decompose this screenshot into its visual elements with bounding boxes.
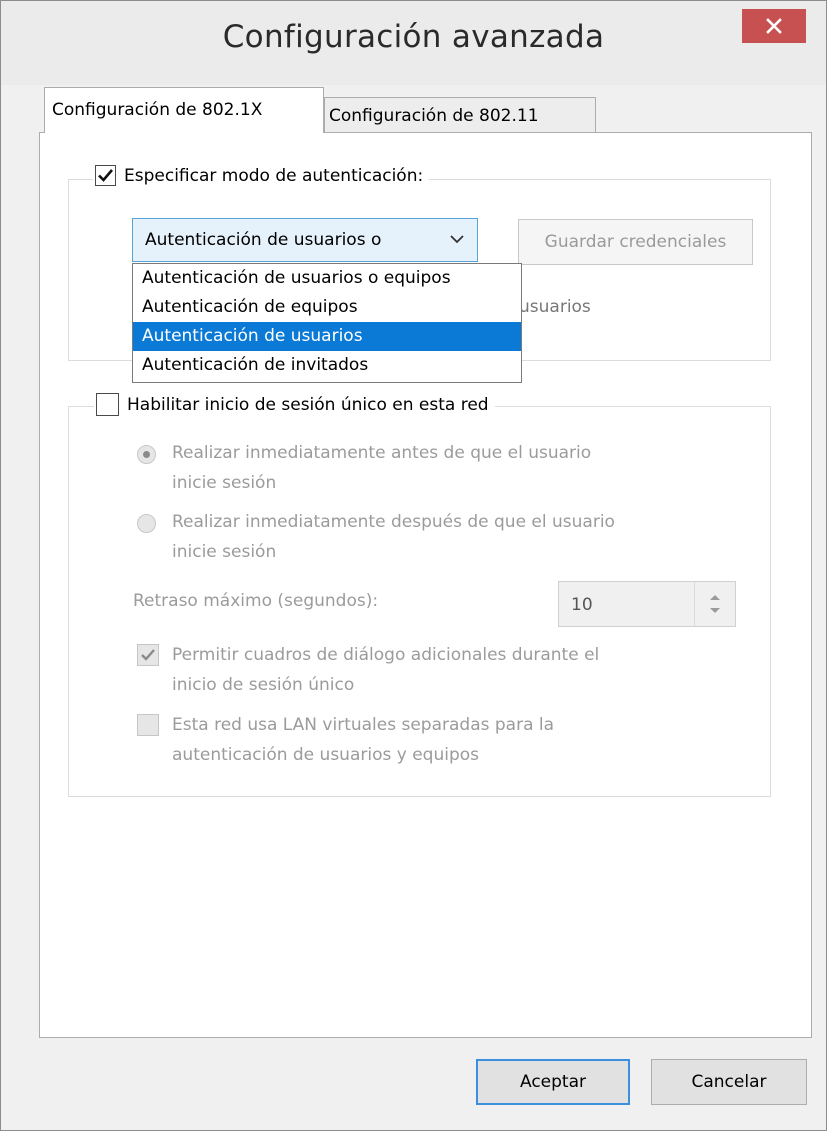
specify-auth-mode-check-box[interactable] [95,165,116,186]
dropdown-option-computers[interactable]: Autenticación de equipos [133,293,521,322]
auth-mode-combobox[interactable]: Autenticación de usuarios o [132,218,478,262]
chevron-down-icon [450,235,464,244]
tab-80211-settings[interactable]: Configuración de 802.11 [324,97,596,133]
dropdown-option-guests[interactable]: Autenticación de invitados [133,351,521,380]
partially-hidden-text: usuarios [519,297,591,317]
cancel-button[interactable]: Cancelar [651,1059,807,1105]
auth-mode-dropdown-list: Autenticación de usuarios o equipos Aute… [132,263,522,383]
title-bar: Configuración avanzada [1,1,826,85]
spinner-arrows[interactable] [694,582,735,626]
separate-vlan-line2: autenticación de usuarios y equipos [172,745,480,765]
spin-up-icon[interactable] [709,593,721,601]
allow-dialogs-checkbox[interactable] [137,644,159,666]
allow-dialogs-line2: inicio de sesión único [172,675,355,695]
radio-after-logon-label: Realizar inmediatamente después de que e… [172,507,615,567]
window-title: Configuración avanzada [222,19,605,55]
close-button[interactable] [742,9,806,43]
dropdown-option-users-or-computers[interactable]: Autenticación de usuarios o equipos [133,264,521,293]
checkmark-icon [98,169,113,182]
radio-before-line1: Realizar inmediatamente antes de que el … [172,443,592,463]
close-icon [766,18,782,34]
radio-after-logon[interactable] [137,514,156,533]
dropdown-option-users[interactable]: Autenticación de usuarios [133,322,521,351]
advanced-settings-dialog: Configuración avanzada Configuración de … [0,0,827,1131]
separate-vlan-checkbox[interactable] [137,714,159,736]
allow-dialogs-label: Permitir cuadros de diálogo adicionales … [172,640,599,700]
specify-auth-mode-label: Especificar modo de autenticación: [124,165,424,186]
separate-vlan-label: Esta red usa LAN virtuales separadas par… [172,710,554,770]
max-delay-spinbox[interactable]: 10 [558,581,736,627]
allow-dialogs-line1: Permitir cuadros de diálogo adicionales … [172,645,600,665]
radio-after-line2: inicie sesión [172,542,277,562]
max-delay-value[interactable]: 10 [571,582,593,628]
max-delay-label: Retraso máximo (segundos): [133,591,379,611]
tab-8021x-settings[interactable]: Configuración de 802.1X [44,87,324,133]
radio-after-line1: Realizar inmediatamente después de que e… [172,512,615,532]
enable-sso-label: Habilitar inicio de sesión único en esta… [127,394,489,415]
save-credentials-button[interactable]: Guardar credenciales [518,219,753,265]
ok-button[interactable]: Aceptar [476,1059,630,1105]
enable-sso-checkbox[interactable]: Habilitar inicio de sesión único en esta… [94,393,495,416]
separate-vlan-line1: Esta red usa LAN virtuales separadas par… [172,715,555,735]
radio-before-logon[interactable] [137,445,156,464]
checkmark-icon [141,649,155,661]
auth-mode-combobox-value: Autenticación de usuarios o [145,230,382,250]
enable-sso-check-box[interactable] [96,393,119,416]
radio-before-line2: inicie sesión [172,473,277,493]
specify-auth-mode-checkbox[interactable]: Especificar modo de autenticación: [93,165,430,186]
spin-down-icon[interactable] [709,607,721,615]
radio-before-logon-label: Realizar inmediatamente antes de que el … [172,438,591,498]
